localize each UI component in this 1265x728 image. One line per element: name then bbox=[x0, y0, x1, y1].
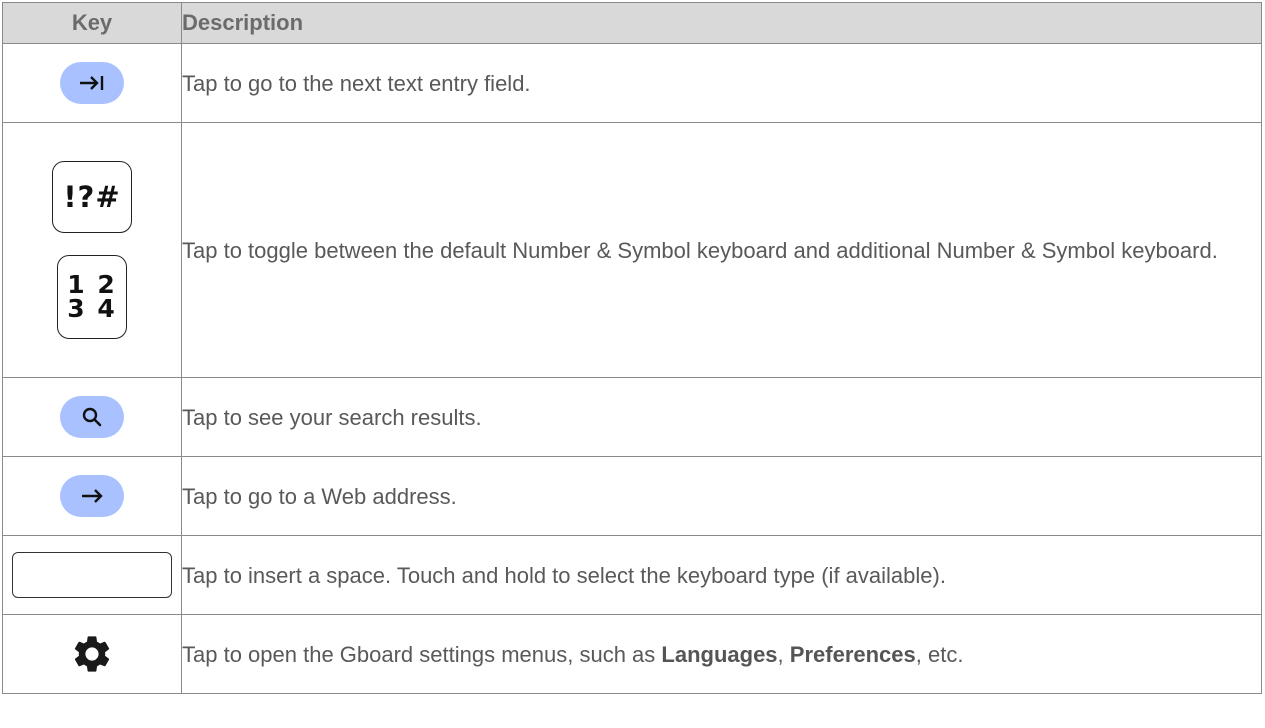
row-description: Tap to see your search results. bbox=[181, 377, 1262, 457]
go-arrow-icon bbox=[60, 475, 124, 517]
header-key: Key bbox=[2, 2, 182, 44]
space-bar-icon bbox=[12, 552, 172, 598]
numbers-key-icon: 1 2 3 4 bbox=[57, 255, 127, 339]
row-description: Tap to toggle between the default Number… bbox=[181, 122, 1262, 378]
table-row: !?# 1 2 3 4 Tap to toggle between the de… bbox=[2, 122, 1262, 378]
languages-term: Languages bbox=[661, 641, 778, 667]
row-description: Tap to insert a space. Touch and hold to… bbox=[181, 535, 1262, 615]
symbols-key-icon: !?# bbox=[52, 161, 132, 233]
key-cell: !?# 1 2 3 4 bbox=[2, 122, 182, 378]
key-cell bbox=[2, 614, 182, 694]
desc-prefix: Tap to open the Gboard settings menus, s… bbox=[182, 641, 662, 667]
row-description: Tap to open the Gboard settings menus, s… bbox=[181, 614, 1262, 694]
table-row: Tap to insert a space. Touch and hold to… bbox=[2, 535, 1262, 615]
numbers-key-line2: 3 4 bbox=[67, 294, 117, 323]
preferences-term: Preferences bbox=[789, 641, 916, 667]
gear-icon bbox=[74, 636, 110, 672]
key-cell bbox=[2, 535, 182, 615]
desc-suffix: , etc. bbox=[915, 641, 964, 667]
tab-next-icon bbox=[60, 62, 124, 104]
table-row: Tap to go to a Web address. bbox=[2, 456, 1262, 536]
row-description: Tap to go to the next text entry field. bbox=[181, 43, 1262, 123]
symbols-key-label: !?# bbox=[63, 180, 121, 214]
table-row: Tap to see your search results. bbox=[2, 377, 1262, 457]
desc-separator: , bbox=[777, 641, 790, 667]
table-header-row: Key Description bbox=[2, 2, 1262, 44]
search-icon bbox=[60, 396, 124, 438]
header-description: Description bbox=[181, 2, 1262, 44]
table-row: Tap to open the Gboard settings menus, s… bbox=[2, 614, 1262, 694]
key-description-table: Key Description Tap to go to the next te… bbox=[2, 2, 1262, 694]
key-cell bbox=[2, 377, 182, 457]
key-cell bbox=[2, 456, 182, 536]
table-row: Tap to go to the next text entry field. bbox=[2, 43, 1262, 123]
key-cell bbox=[2, 43, 182, 123]
row-description: Tap to go to a Web address. bbox=[181, 456, 1262, 536]
